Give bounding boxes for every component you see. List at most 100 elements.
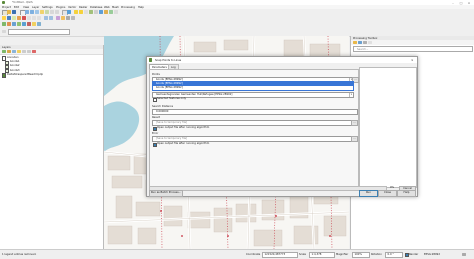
remove-layer-icon[interactable]: [32, 49, 36, 54]
identify-icon[interactable]: [74, 10, 78, 14]
delete-selected-icon[interactable]: [22, 16, 26, 20]
open-layer-styling-icon[interactable]: [2, 49, 6, 54]
map-tips-icon[interactable]: [104, 10, 108, 14]
status-message: 1 legend entries removed.: [2, 252, 37, 256]
copy-features-icon[interactable]: [32, 16, 36, 20]
add-group-icon[interactable]: [7, 49, 11, 54]
dialog-title-bar: Snap Points to Lines ×: [147, 57, 417, 63]
error-browse-button[interactable]: …: [351, 135, 358, 142]
magnifier-field[interactable]: 100%: [352, 251, 370, 258]
search-distance-input[interactable]: 0.000000: [152, 108, 358, 115]
batch-process-button[interactable]: Run as Batch Process...: [149, 190, 183, 197]
refresh-icon[interactable]: [67, 10, 71, 14]
chevron-down-icon[interactable]: ▾: [348, 92, 353, 97]
zoom-in-icon[interactable]: [25, 10, 29, 14]
save-project-icon[interactable]: [12, 10, 16, 14]
snap-points-dialog: Snap Points to Lines × Parameters Log Po…: [146, 56, 418, 197]
collapse-all-icon[interactable]: [27, 49, 31, 54]
expand-all-icon[interactable]: [22, 49, 26, 54]
coordinate-field[interactable]: 121520,487773: [262, 251, 298, 258]
window-title: *Untitled - QGIS: [12, 1, 33, 4]
scale-field[interactable]: 1:4,378: [309, 251, 335, 258]
zoom-full-icon[interactable]: [35, 10, 39, 14]
open-project-icon[interactable]: [7, 10, 11, 14]
run-button-label: Run: [366, 191, 371, 195]
zoom-layer-icon[interactable]: [45, 10, 49, 14]
zoom-last-icon[interactable]: [50, 10, 54, 14]
layer-name: Annoden: [7, 56, 19, 59]
run-button[interactable]: Run: [359, 190, 378, 197]
scripts-icon[interactable]: [358, 40, 362, 45]
paste-features-icon[interactable]: [37, 16, 41, 20]
zoom-out-icon[interactable]: [30, 10, 34, 14]
digitize-icon[interactable]: [12, 16, 16, 20]
magnifier-label: Magnifier: [336, 252, 349, 256]
progress-label: 0%: [390, 186, 395, 190]
layers-panel: Layers Annoden bonds1 bonds2 bonds3 Delt…: [0, 45, 104, 249]
add-wms-layer-icon[interactable]: [22, 22, 26, 26]
algorithm-help-pane: [359, 67, 417, 188]
points-dropdown-list: bonds [EPSG:28992] bonds [EPSG:28992]: [152, 80, 354, 91]
result-browse-button[interactable]: …: [351, 119, 358, 126]
result-label: Result: [152, 115, 161, 119]
error-output-field[interactable]: [Save to temporary file]: [152, 135, 352, 142]
locator-icon[interactable]: [2, 29, 6, 34]
cut-features-icon[interactable]: [27, 16, 31, 20]
progress-bar: [149, 186, 387, 192]
results-viewer-icon[interactable]: [368, 40, 372, 45]
dialog-close-icon[interactable]: ×: [411, 58, 414, 62]
add-virtual-layer-icon[interactable]: [27, 22, 31, 26]
rotation-field[interactable]: 0.0 °: [385, 251, 403, 258]
zoom-selection-icon[interactable]: [40, 10, 44, 14]
add-raster-layer-icon[interactable]: [7, 22, 11, 26]
zoom-next-icon[interactable]: [55, 10, 59, 14]
batch-process-label: Run as Batch Process...: [150, 191, 182, 195]
label-icon[interactable]: [56, 16, 60, 20]
add-vector-layer-icon[interactable]: [2, 22, 6, 26]
add-delimited-text-icon[interactable]: [17, 22, 21, 26]
points-label: Points: [152, 72, 160, 76]
models-icon[interactable]: [353, 40, 357, 45]
result-output-field[interactable]: [Save to temporary file]: [152, 119, 352, 126]
processing-toolbar: [351, 40, 474, 45]
filter-legend-icon[interactable]: [17, 49, 21, 54]
toolbox-search-input[interactable]: Search...: [353, 46, 473, 53]
locator-search-field[interactable]: [8, 29, 70, 36]
minimize-icon[interactable]: –: [450, 1, 456, 5]
dropdown-option[interactable]: bonds [EPSG:28992]: [153, 86, 353, 90]
dialog-title: Snap Points to Lines: [155, 58, 182, 62]
label-pin-icon[interactable]: [61, 16, 65, 20]
render-label: Render: [409, 252, 419, 256]
parameters-form: Points bonds [EPSG:28992] ▾ … bonds [EPS…: [149, 68, 359, 187]
text-annotation-icon[interactable]: [114, 10, 118, 14]
label-move-icon[interactable]: [66, 16, 70, 20]
select-features-icon[interactable]: [79, 10, 83, 14]
statistics-icon[interactable]: [99, 10, 103, 14]
maximize-icon[interactable]: □: [458, 1, 464, 5]
save-edits-icon[interactable]: [7, 16, 11, 20]
toggle-editing-icon[interactable]: [2, 16, 6, 20]
layer-visibility-checkbox[interactable]: [2, 73, 7, 78]
new-shapefile-icon[interactable]: [32, 22, 36, 26]
undo-icon[interactable]: [44, 16, 48, 20]
history-icon[interactable]: [363, 40, 367, 45]
layer-name: bonds1: [10, 60, 20, 64]
crs-button[interactable]: EPSG:28992: [424, 253, 440, 256]
deselect-icon[interactable]: [84, 10, 88, 14]
layers-toolbar: [0, 49, 103, 55]
help-button[interactable]: Help: [397, 190, 416, 197]
measure-icon[interactable]: [94, 10, 98, 14]
rotation-value: 0.0 °: [387, 253, 394, 257]
label-rotate-icon[interactable]: [71, 16, 75, 20]
manage-map-themes-icon[interactable]: [12, 49, 16, 54]
close-icon[interactable]: ×: [466, 1, 472, 5]
close-button[interactable]: Close: [378, 190, 397, 197]
messages-icon[interactable]: [462, 252, 466, 257]
coordinate-value: 121520,487773: [264, 253, 286, 257]
redo-icon[interactable]: [49, 16, 53, 20]
vertex-tool-icon[interactable]: [17, 16, 21, 20]
annotation-icon[interactable]: [109, 10, 113, 14]
add-database-layer-icon[interactable]: [12, 22, 16, 26]
new-geopackage-icon[interactable]: [37, 22, 41, 26]
field-calculator-icon[interactable]: [89, 10, 93, 14]
